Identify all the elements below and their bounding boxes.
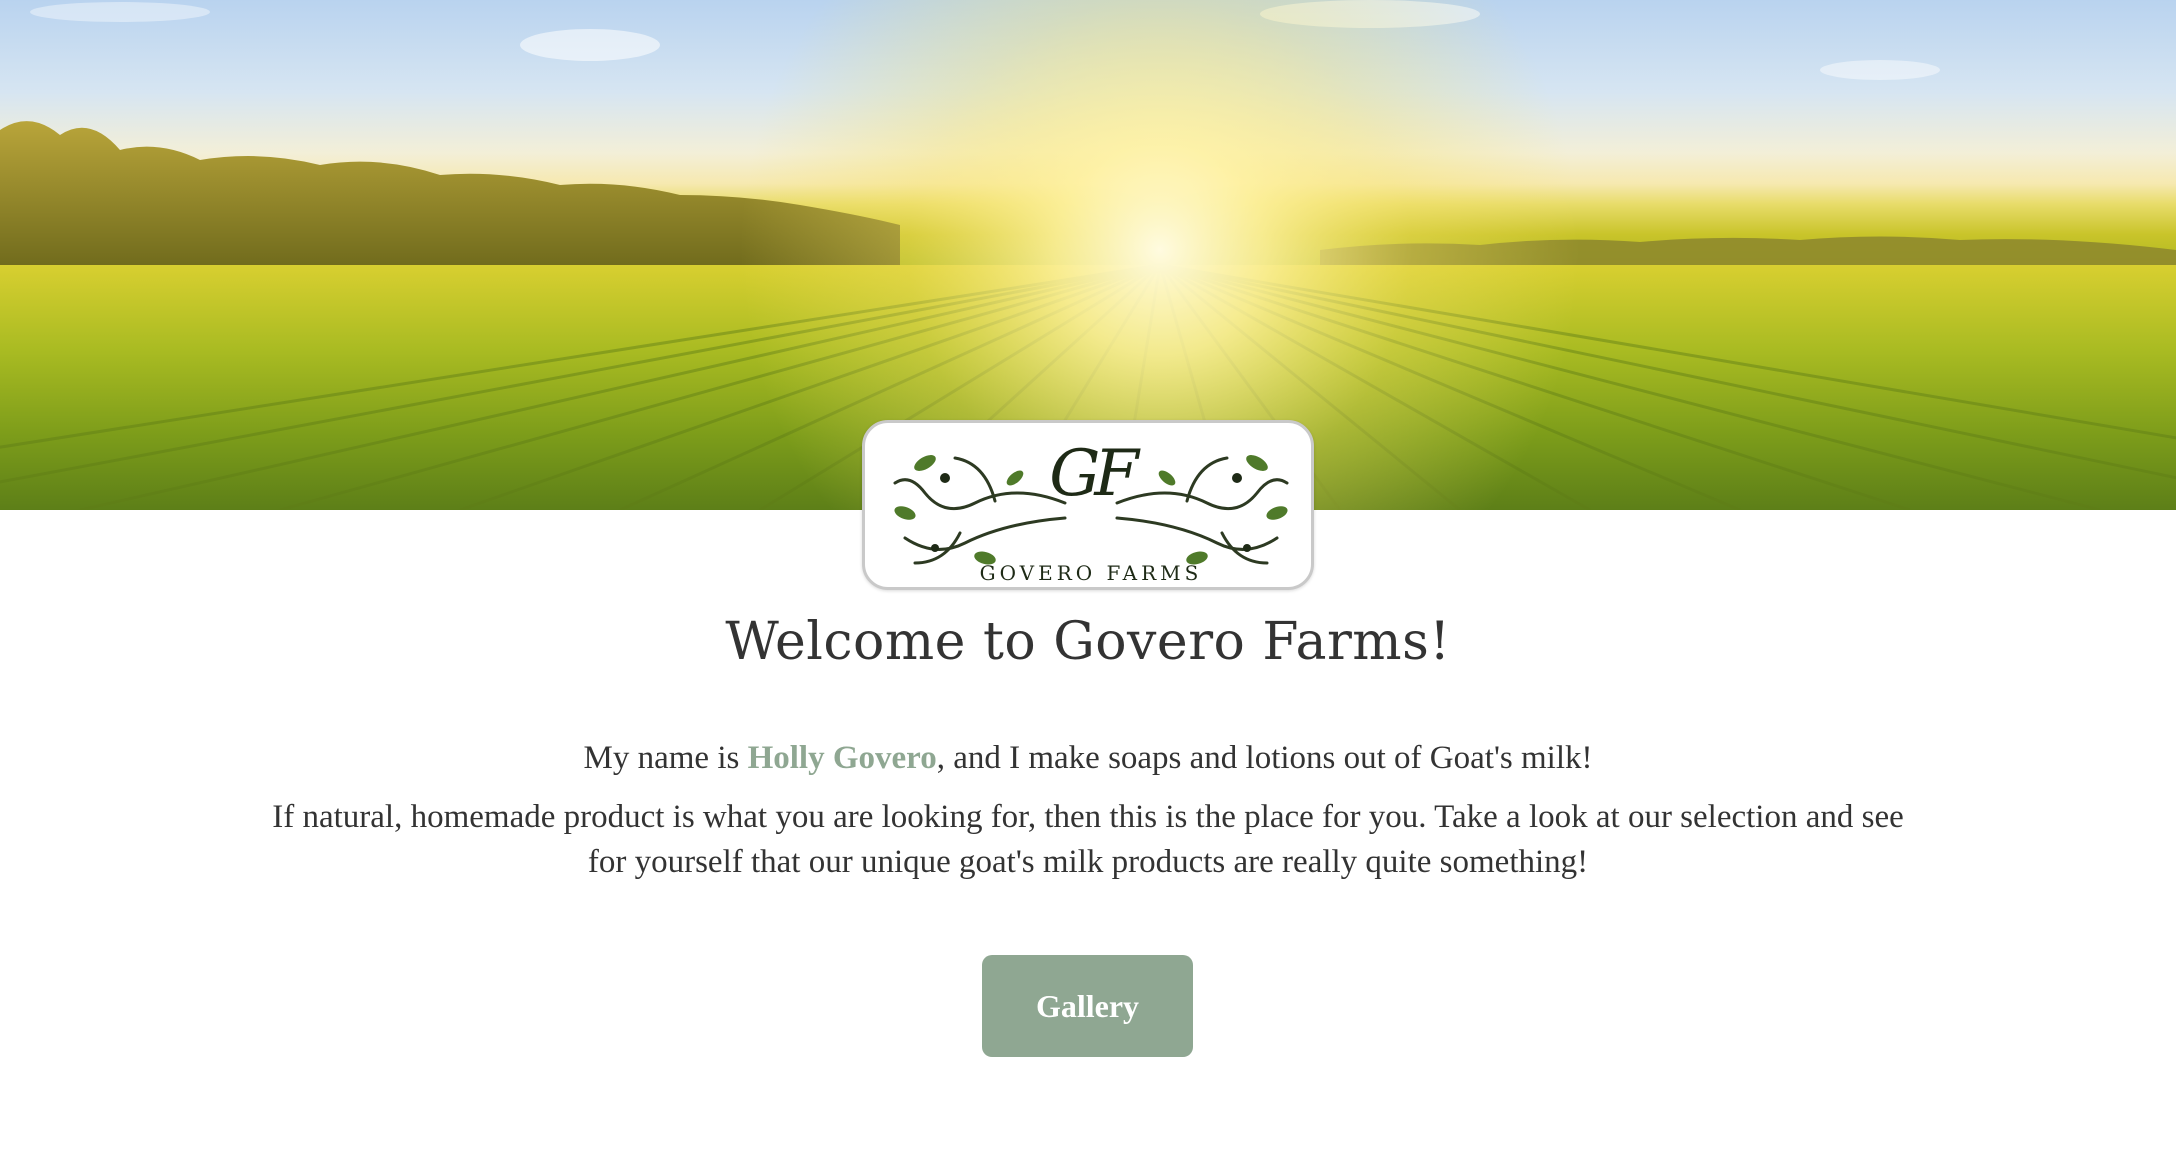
gallery-button[interactable]: Gallery xyxy=(982,955,1193,1057)
description-text: If natural, homemade product is what you… xyxy=(272,799,1904,880)
intro-suffix: , and I make soaps and lotions out of Go… xyxy=(936,740,1593,776)
intro-prefix: My name is xyxy=(583,740,748,776)
govero-farms-logo[interactable]: GF GOVERO FARMS xyxy=(862,420,1314,590)
logo-monogram: GF xyxy=(1049,437,1139,511)
page-title: Welcome to Govero Farms! xyxy=(725,612,1451,672)
logo-wordmark: GOVERO FARMS xyxy=(979,561,1203,585)
owner-name: Holly Govero xyxy=(747,740,937,776)
intro-text: My name is Holly Govero, and I make soap… xyxy=(0,740,2176,777)
